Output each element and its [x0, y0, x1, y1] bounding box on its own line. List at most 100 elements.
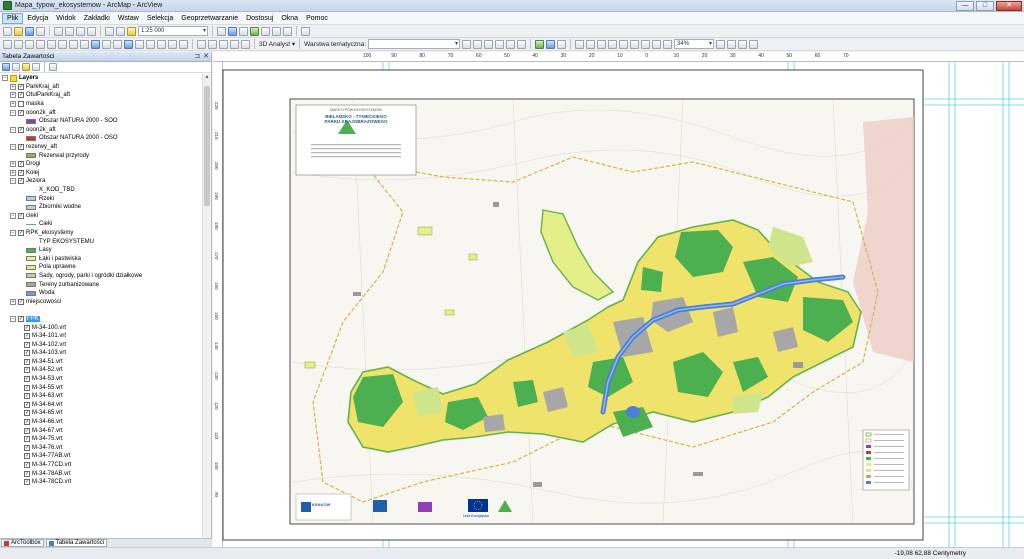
toc-legend-row[interactable]: X_KOD_TBD	[0, 186, 202, 195]
layer-tool-icon[interactable]	[517, 39, 527, 49]
full-extent-icon[interactable]	[36, 39, 45, 49]
layer-visibility-checkbox[interactable]: ✓	[18, 169, 24, 176]
menu-customize[interactable]: Dostosuj	[242, 14, 277, 23]
layer-visibility-checkbox[interactable]: ✓	[24, 341, 30, 348]
toc-legend-row[interactable]: Woda	[0, 289, 202, 298]
collapse-icon[interactable]: −	[10, 212, 16, 219]
zoom-in-icon[interactable]	[3, 39, 12, 49]
toc-layer-row[interactable]: − ✓ rezerwy_aft	[0, 143, 202, 152]
layer-tool-icon[interactable]	[484, 39, 494, 49]
layer-visibility-checkbox[interactable]: ✓	[24, 401, 30, 408]
layer-visibility-checkbox[interactable]: ✓	[18, 126, 24, 133]
layer-visibility-checkbox[interactable]: ✓	[18, 212, 24, 219]
menu-bookmarks[interactable]: Zakładki	[80, 14, 114, 23]
maximize-button[interactable]: □	[976, 1, 994, 11]
menu-windows[interactable]: Okna	[277, 14, 302, 23]
toc-layer-row[interactable]: ✓ M-34-77CD.vrt	[0, 461, 202, 470]
toc-layer-row[interactable]: − ✓ RPK_ekosystemy	[0, 229, 202, 238]
close-button[interactable]: ✕	[996, 1, 1022, 11]
toc-layer-row[interactable]: − ✓ ooon2k_aft	[0, 108, 202, 117]
list-by-source-icon[interactable]	[12, 63, 20, 71]
layer-visibility-checkbox[interactable]: ✓	[18, 109, 24, 116]
open-folder-icon[interactable]	[14, 26, 23, 36]
collapse-icon[interactable]: −	[10, 109, 16, 116]
copy-icon[interactable]	[65, 26, 74, 36]
toc-layer-row[interactable]: + maska	[0, 100, 202, 109]
list-by-drawing-order-icon[interactable]	[2, 63, 10, 71]
layout-zoom-select[interactable]: 34%	[674, 39, 715, 49]
layer-visibility-checkbox[interactable]: ✓	[24, 350, 30, 357]
toc-legend-row[interactable]: Obszar NATURA 2000 - SOO	[0, 117, 202, 126]
hyperlink-icon[interactable]	[157, 39, 166, 49]
layer-visibility-checkbox[interactable]: ✓	[24, 419, 30, 426]
layer-visibility-checkbox[interactable]: ✓	[24, 367, 30, 374]
expand-icon[interactable]: +	[10, 298, 16, 305]
tab-table-of-contents[interactable]: Tabela Zawartości	[45, 539, 108, 547]
new-document-icon[interactable]	[3, 26, 12, 36]
search-window-icon[interactable]	[250, 26, 259, 36]
toc-legend-row[interactable]: Obszar NATURA 2000 - OSO	[0, 134, 202, 143]
text-icon[interactable]	[208, 39, 217, 49]
toc-layer-row[interactable]: ✓ M-34-77AB.vrt	[0, 452, 202, 461]
layer-visibility-checkbox[interactable]	[18, 101, 24, 108]
navigate-icon[interactable]	[546, 39, 556, 49]
expand-icon[interactable]: +	[10, 92, 16, 99]
toc-legend-row[interactable]: Tereny zurbanizowane	[0, 280, 202, 289]
pin-icon[interactable]: ⊐	[194, 52, 200, 60]
toc-layer-row[interactable]: − ✓ ooon2k_aft	[0, 126, 202, 135]
map-scale-select[interactable]: 1:25 000	[138, 26, 208, 36]
help-icon[interactable]	[301, 26, 310, 36]
pan-icon[interactable]	[25, 39, 34, 49]
menu-insert[interactable]: Wstaw	[114, 14, 143, 23]
layer-tool-icon[interactable]	[506, 39, 516, 49]
toc-layer-row[interactable]: ✓ M-34-78AB.vrt	[0, 469, 202, 478]
layer-visibility-checkbox[interactable]: ✓	[24, 427, 30, 434]
toc-layer-row[interactable]	[0, 306, 202, 315]
change-layout-icon[interactable]	[738, 39, 748, 49]
layer-visibility-checkbox[interactable]: ✓	[24, 324, 30, 331]
fixed-layout-zoom-out-icon[interactable]	[641, 39, 651, 49]
toc-layer-row[interactable]: ✓ M-34-78CD.vrt	[0, 478, 202, 487]
toc-legend-row[interactable]: Sady, ogrody, parki i ogródki działkowe	[0, 272, 202, 281]
fixed-zoom-in-icon[interactable]	[47, 39, 56, 49]
catalog-icon[interactable]	[239, 26, 248, 36]
model-builder-icon[interactable]	[283, 26, 292, 36]
print-icon[interactable]	[36, 26, 45, 36]
layout-pan-icon[interactable]	[597, 39, 607, 49]
identify-icon[interactable]	[124, 39, 133, 49]
toc-scrollbar[interactable]: ▲ ▼	[202, 74, 211, 547]
toc-layer-row[interactable]: + ✓ ParkKraj_aft	[0, 83, 202, 92]
editor-toolbar-icon[interactable]	[217, 26, 226, 36]
horizontal-ruler[interactable]: 100 90 80 70 60 50 40 30 20 10 0 10 20 30 40 50 60 70	[213, 52, 1024, 62]
layout-canvas[interactable]	[213, 62, 1024, 547]
toc-layer-row[interactable]: ✓ M-34-55.vrt	[0, 383, 202, 392]
tab-arctoolbox[interactable]: ArcToolbox	[1, 539, 44, 547]
toggle-draft-icon[interactable]	[716, 39, 726, 49]
menu-view[interactable]: Widok	[52, 14, 79, 23]
collapse-icon[interactable]: −	[10, 315, 16, 322]
layer-visibility-checkbox[interactable]: ✓	[24, 358, 30, 365]
toc-legend-row[interactable]: Zbiorniki wodne	[0, 203, 202, 212]
3d-analyst-menu[interactable]: 3D Analyst ▾	[259, 40, 295, 48]
scroll-up-icon[interactable]: ▲	[203, 74, 211, 82]
layout-back-icon[interactable]	[652, 39, 662, 49]
collapse-icon[interactable]: −	[2, 75, 8, 82]
toc-layer-row[interactable]: ✓ M-34-76.vrt	[0, 444, 202, 453]
toc-layer-row[interactable]: − ✓ cieki	[0, 212, 202, 221]
list-by-selection-icon[interactable]	[32, 63, 40, 71]
expand-icon[interactable]: +	[10, 83, 16, 90]
layer-visibility-checkbox[interactable]: ✓	[24, 462, 30, 469]
menu-selection[interactable]: Selekcja	[143, 14, 177, 23]
close-icon[interactable]: ✕	[203, 52, 209, 60]
add-data-icon[interactable]	[127, 26, 136, 36]
layer-visibility-checkbox[interactable]: ✓	[24, 470, 30, 477]
italic-icon[interactable]	[241, 39, 250, 49]
toc-layer-row[interactable]: − ✓ FPK	[0, 315, 202, 324]
draw-icon[interactable]	[197, 39, 206, 49]
layer-visibility-checkbox[interactable]: ✓	[18, 83, 24, 90]
layer-tool-icon[interactable]	[495, 39, 505, 49]
layer-visibility-checkbox[interactable]: ✓	[18, 161, 24, 168]
layer-visibility-checkbox[interactable]: ✓	[18, 178, 24, 185]
globe-icon[interactable]	[535, 39, 545, 49]
forward-extent-icon[interactable]	[80, 39, 89, 49]
